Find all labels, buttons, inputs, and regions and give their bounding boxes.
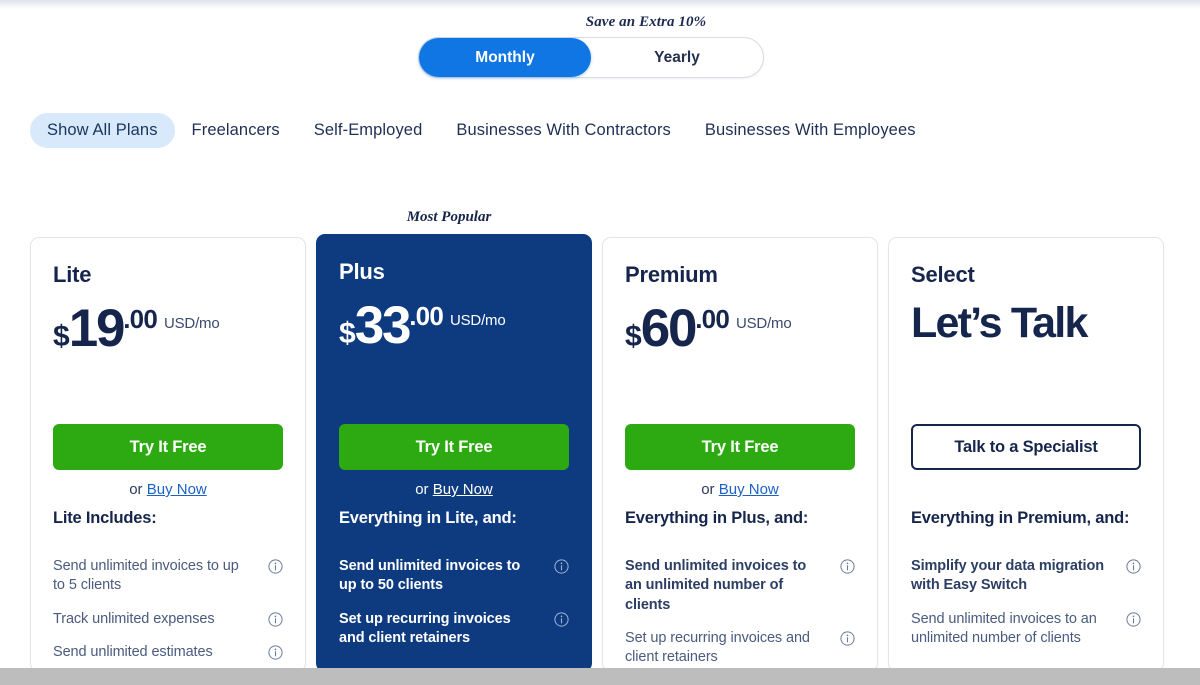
try-it-free-button-lite[interactable]: Try It Free bbox=[53, 424, 283, 470]
or-prefix: or bbox=[415, 481, 433, 498]
plan-headline-select: Let’s Talk bbox=[911, 299, 1088, 347]
plan-card-list: Lite $ 19 .00 USD/mo Try It Free or Buy … bbox=[30, 234, 1164, 672]
feature-item: Send unlimited invoices to an unlimited … bbox=[625, 557, 855, 615]
buy-now-row-premium: or Buy Now bbox=[625, 481, 855, 498]
most-popular-badge: Most Popular bbox=[406, 209, 492, 225]
plan-cta-zone-select: Talk to a Specialist bbox=[911, 424, 1141, 470]
feature-text: Send unlimited estimates bbox=[53, 643, 213, 660]
buy-now-link-plus[interactable]: Buy Now bbox=[433, 481, 493, 498]
buy-now-row-lite: or Buy Now bbox=[53, 481, 283, 498]
feature-text: Track unlimited expenses bbox=[53, 610, 215, 627]
filter-tab-show-all-plans[interactable]: Show All Plans bbox=[30, 113, 175, 148]
info-icon[interactable] bbox=[1126, 611, 1141, 627]
page-top-shadow bbox=[0, 0, 1200, 10]
filter-tab-freelancers[interactable]: Freelancers bbox=[175, 113, 297, 148]
plan-name-plus: Plus bbox=[339, 259, 385, 284]
price-currency-symbol: $ bbox=[625, 320, 642, 354]
price-currency-symbol: $ bbox=[53, 320, 70, 354]
price-cents: .00 bbox=[695, 304, 730, 334]
plan-price-lite: $ 19 .00 USD/mo bbox=[53, 299, 283, 358]
includes-title-select: Everything in Premium, and: bbox=[911, 509, 1130, 527]
info-icon[interactable] bbox=[840, 631, 855, 646]
plan-card-lite: Lite $ 19 .00 USD/mo Try It Free or Buy … bbox=[30, 237, 306, 672]
includes-title-premium: Everything in Plus, and: bbox=[625, 509, 809, 527]
feature-item: Send unlimited estimates bbox=[53, 643, 283, 662]
price-cents: .00 bbox=[123, 304, 158, 334]
feature-item: Send unlimited invoices to up to 5 clien… bbox=[53, 557, 283, 596]
try-it-free-button-premium[interactable]: Try It Free bbox=[625, 424, 855, 470]
plan-cta-zone-premium: Try It Free or Buy Now bbox=[625, 424, 855, 498]
price-currency-symbol: $ bbox=[339, 317, 356, 351]
feature-item: Send unlimited invoices to up to 50 clie… bbox=[339, 557, 569, 596]
or-prefix: or bbox=[129, 481, 147, 498]
info-icon[interactable] bbox=[554, 611, 569, 627]
plan-price-plus: $ 33 .00 USD/mo bbox=[339, 296, 569, 355]
talk-to-a-specialist-button[interactable]: Talk to a Specialist bbox=[911, 424, 1141, 470]
feature-item: Track unlimited expenses bbox=[53, 610, 283, 629]
horizontal-scrollbar-thumb[interactable] bbox=[0, 668, 1200, 685]
save-extra-note: Save an Extra 10% bbox=[585, 14, 707, 30]
feature-item: Send unlimited invoices to an unlimited … bbox=[911, 610, 1141, 649]
feature-text: Send unlimited invoices to an unlimited … bbox=[625, 558, 807, 613]
filter-tab-self-employed[interactable]: Self-Employed bbox=[297, 113, 440, 148]
price-unit: USD/mo bbox=[164, 315, 220, 332]
plan-card-select: Select Let’s Talk Talk to a Specialist E… bbox=[888, 237, 1164, 672]
price-unit: USD/mo bbox=[736, 315, 792, 332]
feature-item: Set up recurring invoices and client ret… bbox=[625, 629, 855, 668]
filter-tab-businesses-with-employees[interactable]: Businesses With Employees bbox=[688, 113, 933, 148]
info-icon[interactable] bbox=[840, 559, 855, 574]
audience-filter-tabs: Show All Plans Freelancers Self-Employed… bbox=[30, 113, 933, 148]
billing-toggle-monthly[interactable]: Monthly bbox=[419, 38, 591, 77]
plan-name-lite: Lite bbox=[53, 262, 92, 287]
feature-text: Send unlimited invoices to an unlimited … bbox=[911, 610, 1097, 646]
price-amount: 60 bbox=[640, 299, 698, 358]
feature-list-premium: Send unlimited invoices to an unlimited … bbox=[625, 557, 855, 681]
plan-price-premium: $ 60 .00 USD/mo bbox=[625, 299, 855, 358]
feature-item: Set up recurring invoices and client ret… bbox=[339, 610, 569, 649]
price-amount: 19 bbox=[68, 299, 126, 358]
filter-tab-businesses-with-contractors[interactable]: Businesses With Contractors bbox=[439, 113, 688, 148]
feature-text: Simplify your data migration with Easy S… bbox=[911, 558, 1104, 594]
includes-title-lite: Lite Includes: bbox=[53, 509, 157, 527]
plan-name-select: Select bbox=[911, 262, 975, 287]
price-amount: 33 bbox=[354, 296, 412, 355]
billing-toggle-yearly[interactable]: Yearly bbox=[591, 38, 763, 77]
includes-title-plus: Everything in Lite, and: bbox=[339, 509, 517, 527]
feature-list-plus: Send unlimited invoices to up to 50 clie… bbox=[339, 557, 569, 662]
price-unit: USD/mo bbox=[450, 312, 506, 329]
buy-now-link-premium[interactable]: Buy Now bbox=[719, 481, 779, 498]
horizontal-scrollbar[interactable] bbox=[0, 668, 1200, 685]
info-icon[interactable] bbox=[268, 559, 283, 574]
info-icon[interactable] bbox=[268, 611, 283, 627]
feature-list-lite: Send unlimited invoices to up to 5 clien… bbox=[53, 557, 283, 676]
plan-name-premium: Premium bbox=[625, 262, 718, 287]
plan-card-plus: Plus $ 33 .00 USD/mo Try It Free or Buy … bbox=[316, 234, 592, 672]
feature-item: Simplify your data migration with Easy S… bbox=[911, 557, 1141, 596]
buy-now-link-lite[interactable]: Buy Now bbox=[147, 481, 207, 498]
plan-cta-zone-lite: Try It Free or Buy Now bbox=[53, 424, 283, 498]
info-icon[interactable] bbox=[554, 559, 569, 574]
pricing-page: Save an Extra 10% Monthly Yearly Show Al… bbox=[0, 0, 1200, 685]
try-it-free-button-plus[interactable]: Try It Free bbox=[339, 424, 569, 470]
price-cents: .00 bbox=[409, 301, 444, 331]
feature-list-select: Simplify your data migration with Easy S… bbox=[911, 557, 1141, 662]
feature-text: Set up recurring invoices and client ret… bbox=[339, 610, 511, 646]
plan-cta-zone-plus: Try It Free or Buy Now bbox=[339, 424, 569, 498]
plan-card-premium: Premium $ 60 .00 USD/mo Try It Free or B… bbox=[602, 237, 878, 672]
or-prefix: or bbox=[701, 481, 719, 498]
feature-text: Set up recurring invoices and client ret… bbox=[625, 629, 810, 666]
buy-now-row-plus: or Buy Now bbox=[339, 481, 569, 498]
billing-period-toggle[interactable]: Monthly Yearly bbox=[418, 37, 764, 78]
info-icon[interactable] bbox=[268, 645, 283, 660]
feature-text: Send unlimited invoices to up to 5 clien… bbox=[53, 558, 239, 594]
info-icon[interactable] bbox=[1126, 559, 1141, 574]
feature-text: Send unlimited invoices to up to 50 clie… bbox=[339, 558, 521, 594]
